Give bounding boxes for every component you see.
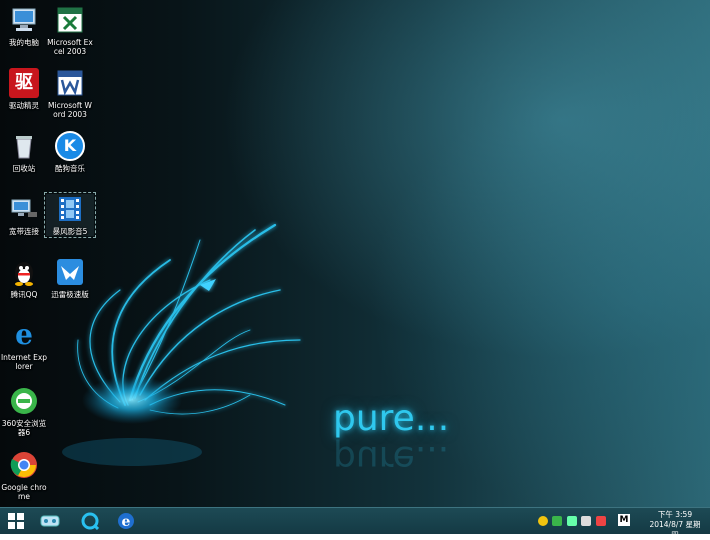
taskbar-app-ie[interactable]: e	[114, 511, 138, 531]
desktop-icon-computer[interactable]: 我的电脑	[0, 5, 48, 47]
desktop-icon-driver-genius[interactable]: 驱 驱动精灵	[0, 68, 48, 110]
tray-volume-icon[interactable]	[596, 516, 606, 526]
desktop-icon-label: Google chrome	[1, 483, 47, 501]
internet-explorer-icon: e	[9, 320, 39, 350]
baofeng-film-icon	[55, 194, 85, 224]
driver-genius-icon: 驱	[9, 68, 39, 98]
desktop-icon-label: 迅雷极速版	[51, 290, 89, 299]
taskbar: e M 下午 3:59 2014/8/7 星期四	[0, 507, 710, 539]
xunlei-bird-icon	[55, 257, 85, 287]
clock-date: 2014/8/7 星期四	[649, 520, 701, 539]
qq-penguin-icon	[9, 257, 39, 287]
desktop-icon-broadband[interactable]: 宽带连接	[0, 194, 48, 236]
kugou-icon: K	[55, 131, 85, 161]
desktop-icon-recycle-bin[interactable]: 回收站	[0, 131, 48, 173]
desktop-icon-qq[interactable]: 腾讯QQ	[0, 257, 48, 299]
recycle-bin-icon	[9, 131, 39, 161]
excel-icon	[55, 5, 85, 35]
desktop-icon-kugou[interactable]: K 酷狗音乐	[46, 131, 94, 173]
taskbar-clock[interactable]: 下午 3:59 2014/8/7 星期四	[648, 510, 702, 540]
desktop-icon-word[interactable]: Microsoft Word 2003	[46, 68, 94, 119]
computer-icon	[9, 5, 39, 35]
desktop-icon-label: Internet Explorer	[0, 353, 48, 371]
word-icon	[55, 68, 85, 98]
desktop-icon-label: 回收站	[12, 164, 36, 173]
desktop-icon-label: 我的电脑	[9, 38, 39, 47]
network-icon	[9, 194, 39, 224]
desktop-icon-label: Microsoft Excel 2003	[47, 38, 93, 56]
chrome-icon	[9, 450, 39, 480]
desktop-icon-chrome[interactable]: Google chrome	[0, 450, 48, 501]
desktop-icon-360-browser[interactable]: 360安全浏览器6	[0, 386, 48, 437]
svg-text:e: e	[122, 514, 131, 530]
clock-time: 下午 3:59	[657, 510, 693, 519]
wallpaper-pure-reflection: pure...	[333, 438, 450, 479]
drive-icon	[40, 515, 60, 527]
desktop-icon-label: 酷狗音乐	[55, 164, 85, 173]
media-player-icon	[81, 512, 99, 530]
desktop-icon-label: 360安全浏览器6	[1, 419, 47, 437]
tray-flag-icon[interactable]	[581, 516, 591, 526]
tray-shield-icon[interactable]	[552, 516, 562, 526]
desktop-icon-excel[interactable]: Microsoft Excel 2003	[46, 5, 94, 56]
driver-genius-glyph: 驱	[15, 72, 33, 93]
tray-network-icon[interactable]	[567, 516, 577, 526]
tray-input-method-icon[interactable]: M	[618, 514, 630, 526]
desktop-icon-label: Microsoft Word 2003	[48, 101, 92, 119]
desktop-icon-baofeng[interactable]: 暴风影音5	[44, 192, 96, 238]
taskbar-app-qq-player[interactable]	[78, 511, 102, 531]
desktop-icon-label: 驱动精灵	[9, 101, 39, 110]
desktop-icon-xunlei[interactable]: 迅雷极速版	[46, 257, 94, 299]
internet-explorer-icon: e	[118, 513, 134, 530]
ie-glyph: e	[15, 318, 33, 351]
wallpaper-pure-text: pure...	[333, 398, 450, 439]
desktop-icon-label: 腾讯QQ	[10, 290, 38, 299]
taskbar-app-storage[interactable]	[38, 511, 62, 531]
windows-logo-icon	[8, 513, 24, 529]
desktop[interactable]: pure... pure... 我的电脑 驱 驱动精灵 回收站 宽带连接 腾讯Q…	[0, 0, 710, 507]
kugou-glyph: K	[63, 136, 77, 155]
desktop-icon-ie[interactable]: e Internet Explorer	[0, 320, 48, 372]
start-button[interactable]	[4, 511, 28, 531]
360-browser-icon	[9, 386, 39, 416]
desktop-icon-label: 宽带连接	[9, 227, 39, 236]
desktop-icon-label: 暴风影音5	[52, 227, 88, 236]
tray-security-icon[interactable]	[538, 516, 548, 526]
